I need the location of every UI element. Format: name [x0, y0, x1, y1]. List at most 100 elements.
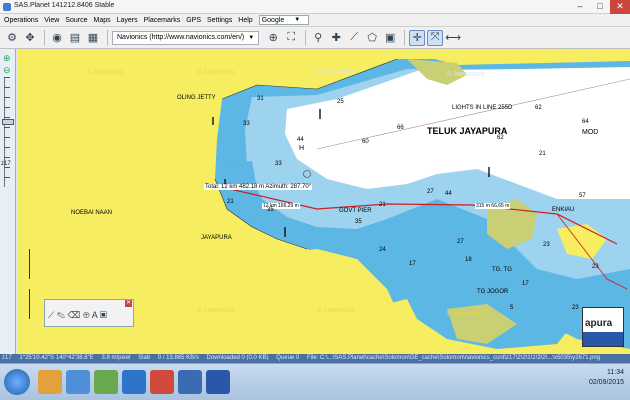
depth-sounding: 62	[535, 105, 542, 111]
menu-gps[interactable]: GPS	[186, 17, 201, 24]
map-label-mod: MOD	[582, 129, 599, 136]
depth-sounding: 21	[227, 199, 234, 205]
zoom-icon[interactable]: ⊕	[265, 30, 281, 46]
preview-popup: apura	[582, 307, 624, 347]
media-icon[interactable]	[150, 370, 174, 394]
toolbar-separator	[44, 29, 45, 46]
explorer-icon[interactable]	[122, 370, 146, 394]
search-engine-select[interactable]: Google ▼	[258, 15, 310, 25]
system-tray[interactable]: 11:34 02/09/2015	[589, 368, 624, 388]
depth-sounding: 60	[362, 139, 369, 145]
select-icon[interactable]: ✛	[409, 29, 426, 46]
toolbar-separator	[404, 29, 406, 46]
zoom-icon[interactable]: ⊕	[83, 310, 90, 320]
menu-placemarks[interactable]: Placemarks	[144, 17, 181, 24]
add-point-icon[interactable]: ✚	[328, 30, 344, 46]
sasplanet-taskbar-icon[interactable]	[94, 370, 118, 394]
maximize-button[interactable]: □	[590, 0, 610, 14]
popup-stripe	[583, 332, 623, 346]
ruler-icon[interactable]: ⟷	[445, 30, 461, 46]
map-source-select[interactable]: Navionics (http://www.navionics.com/en/)…	[112, 30, 260, 45]
globe-icon[interactable]: ◉	[49, 30, 65, 46]
menu-view[interactable]: View	[44, 17, 59, 24]
map-source-value: Navionics (http://www.navionics.com/en/)	[117, 34, 245, 41]
floating-toolbar-icons: ⟋ ✎ ⌫ ⊕ A ▣	[48, 310, 107, 321]
map-label-noebai: NOEBAI NAAN	[71, 210, 113, 216]
title-bar: SAS.Planet 141212.8406 Stable – □ ✕	[0, 0, 630, 14]
polyline-icon[interactable]: ⟋	[48, 310, 54, 320]
grid-icon[interactable]: ▦	[85, 30, 101, 46]
ie-icon[interactable]	[66, 370, 90, 394]
depth-sounding: 57	[579, 193, 586, 199]
layers-icon[interactable]: ▤	[67, 30, 83, 46]
zoom-out-icon[interactable]: ⊖	[3, 65, 11, 76]
map-label-tg: TG. TG	[492, 267, 512, 273]
map-label-h: H	[299, 145, 305, 152]
marker-icon[interactable]: ⚲	[310, 30, 326, 46]
word-icon[interactable]	[206, 370, 230, 394]
start-button[interactable]	[4, 369, 30, 395]
depth-sounding: 64	[582, 119, 589, 125]
toolbar-separator	[305, 29, 307, 46]
status-bar: z17 1°25'10.42"S 140°42'38.8"E 3.8 m/pix…	[0, 354, 630, 363]
zoom-in-icon[interactable]: ⊕	[3, 53, 11, 64]
depth-sounding: 25	[337, 99, 344, 105]
settings-icon[interactable]: ⚙	[4, 30, 20, 46]
depth-sounding: 23	[592, 264, 599, 270]
app-icon	[3, 3, 11, 11]
zoom-slider-thumb[interactable]	[2, 119, 14, 125]
toolbar-separator	[107, 29, 108, 46]
depth-sounding: 27	[457, 239, 464, 245]
polygon-icon[interactable]: ⬠	[364, 30, 380, 46]
taskbar: 11:34 02/09/2015	[0, 363, 630, 400]
status-coords: 1°25'10.42"S 140°42'38.8"E	[19, 355, 94, 361]
move-icon[interactable]: ✥	[22, 30, 38, 46]
polyline-icon[interactable]: ⟋	[346, 30, 362, 46]
map-label-teluk: TELUK JAYAPURA	[427, 126, 508, 136]
depth-sounding: 18	[465, 257, 472, 263]
menu-help[interactable]: Help	[238, 17, 252, 24]
depth-sounding: 5	[510, 305, 514, 311]
zoom-slider[interactable]	[4, 77, 12, 187]
status-scale: 3.8 m/pixel	[101, 355, 131, 361]
menu-settings[interactable]: Settings	[207, 17, 232, 24]
scale-bar	[29, 249, 33, 279]
eraser-icon[interactable]: ⌫	[68, 310, 81, 320]
fullscreen-icon[interactable]: ⛶	[283, 30, 299, 46]
status-slab: Slab	[138, 355, 151, 361]
map-label-govt: GOVT PIER	[339, 208, 372, 214]
depth-sounding: 35	[355, 219, 362, 225]
floating-toolbar[interactable]: ✕ ⟋ ✎ ⌫ ⊕ A ▣	[44, 299, 134, 327]
calc-icon[interactable]: ▣	[382, 30, 398, 46]
watermark: © Navionics	[447, 71, 485, 78]
map-label-tg-jogor: TG JOGOR	[477, 289, 509, 295]
depth-sounding: 24	[379, 247, 386, 253]
zoom-level-label: z17	[1, 161, 11, 167]
close-icon[interactable]: ✕	[125, 300, 132, 307]
depth-sounding: 44	[445, 191, 452, 197]
depth-sounding: 35	[267, 207, 274, 213]
menu-operations[interactable]: Operations	[4, 17, 38, 24]
window-title: SAS.Planet 141212.8406 Stable	[14, 2, 115, 9]
folder-icon[interactable]	[38, 370, 62, 394]
land-strip	[17, 49, 630, 59]
scale-bar	[29, 289, 33, 319]
menu-source[interactable]: Source	[65, 17, 87, 24]
depth-sounding: 27	[427, 189, 434, 195]
status-queue: Queue 0	[276, 355, 300, 361]
minimize-button[interactable]: –	[570, 0, 590, 14]
close-button[interactable]: ✕	[610, 0, 630, 14]
edit-icon[interactable]: ✎	[57, 310, 65, 320]
measure-segment-label: 315 m 66.65 m	[475, 203, 511, 209]
measure-icon[interactable]: ⤧	[427, 29, 444, 46]
search-engine-value: Google	[261, 16, 285, 24]
depth-sounding: 17	[522, 281, 529, 287]
save-icon[interactable]: ▣	[100, 310, 107, 320]
menu-maps[interactable]: Maps	[93, 17, 110, 24]
text-icon[interactable]: A	[92, 310, 98, 320]
depth-sounding: 21	[539, 151, 546, 157]
status-zoom: z17	[2, 355, 12, 361]
depth-sounding: 17	[409, 261, 416, 267]
network-icon[interactable]	[178, 370, 202, 394]
menu-layers[interactable]: Layers	[117, 17, 138, 24]
